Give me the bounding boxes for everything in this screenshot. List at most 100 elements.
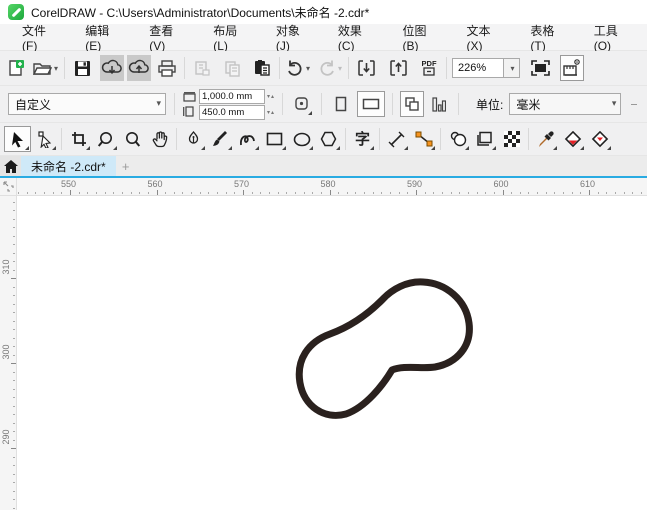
peanut-curve-object[interactable] bbox=[280, 270, 490, 430]
autofit-page-icon bbox=[295, 97, 308, 110]
print-button[interactable] bbox=[155, 55, 179, 81]
import-icon bbox=[357, 60, 375, 76]
curve-icon bbox=[240, 134, 255, 145]
publish-pdf-button[interactable]: PDF bbox=[417, 55, 441, 81]
redo-button: ▾ bbox=[317, 55, 343, 81]
brush-icon bbox=[213, 130, 227, 146]
page-height-icon bbox=[183, 105, 194, 117]
peanut-outline-path[interactable] bbox=[295, 278, 473, 419]
pick-tool[interactable] bbox=[4, 126, 31, 152]
open-folder-icon bbox=[33, 63, 52, 75]
smart-fill-tool[interactable] bbox=[586, 126, 613, 152]
page-height-input[interactable] bbox=[199, 104, 265, 120]
current-page-size-button[interactable] bbox=[427, 91, 451, 117]
polygon-tool[interactable] bbox=[315, 126, 342, 152]
zoom-level-combobox[interactable]: ▾ bbox=[452, 58, 521, 78]
rectangle-tool[interactable] bbox=[261, 126, 288, 152]
checkerboard-icon bbox=[503, 131, 520, 147]
page-dimensions-group: ▾▴ ▾▴ bbox=[183, 88, 275, 120]
ruler-origin-icon bbox=[2, 181, 14, 192]
dimension-tool[interactable] bbox=[383, 126, 410, 152]
fullscreen-preview-button[interactable] bbox=[528, 55, 552, 81]
crop-tool-icon bbox=[71, 132, 86, 146]
page-height-spinner[interactable]: ▾▴ bbox=[267, 105, 275, 120]
paste-icon bbox=[255, 60, 270, 76]
text-tool[interactable]: 字 bbox=[349, 126, 376, 152]
show-rulers-button[interactable] bbox=[560, 55, 585, 81]
page-size-preset-value: 自定义 bbox=[15, 97, 52, 112]
shadow-icon bbox=[450, 131, 466, 147]
horizontal-ruler[interactable]: 550 560 570 580 590 600 610 bbox=[17, 178, 647, 196]
cut-button bbox=[190, 55, 214, 81]
pick-tool-icon bbox=[11, 131, 23, 147]
cloud-download-icon bbox=[101, 59, 122, 75]
connector-tool[interactable] bbox=[410, 126, 437, 152]
page-width-input[interactable] bbox=[199, 88, 265, 104]
export-icon bbox=[389, 60, 407, 76]
page-width-spinner[interactable]: ▾▴ bbox=[267, 89, 275, 104]
undo-icon bbox=[288, 60, 302, 76]
welcome-home-button[interactable] bbox=[0, 156, 21, 176]
undo-button[interactable]: ▾ bbox=[285, 55, 311, 81]
zoom-level-dropdown[interactable]: ▾ bbox=[504, 58, 521, 78]
units-combobox[interactable]: 毫米 ▾ bbox=[509, 93, 622, 115]
current-page-icon bbox=[432, 96, 447, 112]
connector-icon bbox=[415, 131, 432, 147]
zoom-tool-secondary[interactable] bbox=[119, 126, 146, 152]
artistic-media-tool[interactable] bbox=[207, 126, 234, 152]
interactive-fill-tool[interactable] bbox=[559, 126, 586, 152]
units-value: 毫米 bbox=[516, 97, 541, 112]
pan-tool[interactable] bbox=[146, 126, 173, 152]
menu-bar: 文件(F) 编辑(E) 查看(V) 布局(L) 对象(J) 效果(C) 位图(B… bbox=[0, 24, 647, 53]
units-label: 单位: bbox=[476, 97, 504, 112]
save-button[interactable] bbox=[70, 55, 94, 81]
export-button[interactable] bbox=[386, 55, 410, 81]
toolbox: 字 bbox=[0, 123, 647, 156]
autofit-page-button[interactable] bbox=[290, 91, 314, 117]
transparency-icon bbox=[477, 131, 492, 146]
zoom-level-input[interactable] bbox=[452, 58, 505, 78]
fullscreen-preview-icon bbox=[530, 60, 550, 76]
paste-button[interactable] bbox=[250, 55, 274, 81]
open-dropdown-arrow[interactable]: ▾ bbox=[54, 64, 58, 73]
new-document-button[interactable] bbox=[4, 55, 28, 81]
property-bar: 自定义 ▾ ▾▴ ▾▴ bbox=[0, 86, 647, 123]
portrait-orientation-button[interactable] bbox=[329, 91, 353, 117]
document-tab-bar: 未命名 -2.cdr* + bbox=[0, 156, 647, 176]
shadow-tool[interactable] bbox=[444, 126, 471, 152]
all-pages-size-button[interactable] bbox=[400, 91, 425, 117]
cloud-upload-icon bbox=[128, 59, 149, 73]
new-document-icon bbox=[9, 60, 24, 76]
polygon-icon bbox=[320, 131, 337, 147]
pen-tool[interactable] bbox=[180, 126, 207, 152]
mesh-fill-tool[interactable] bbox=[498, 126, 525, 152]
landscape-orientation-button[interactable] bbox=[357, 91, 386, 117]
pdf-icon bbox=[423, 67, 435, 76]
zoom-tool[interactable] bbox=[92, 126, 119, 152]
vertical-ruler[interactable]: 310 300 290 bbox=[0, 196, 17, 510]
import-button[interactable] bbox=[354, 55, 378, 81]
new-tab-button[interactable]: + bbox=[116, 156, 136, 176]
page-size-preset-combobox[interactable]: 自定义 ▾ bbox=[8, 93, 166, 115]
hruler-label: 590 bbox=[407, 179, 423, 189]
transparency-tool[interactable] bbox=[471, 126, 498, 152]
document-tab-label: 未命名 -2.cdr* bbox=[31, 159, 106, 174]
crop-tool[interactable] bbox=[65, 126, 92, 152]
hruler-label: 550 bbox=[61, 179, 77, 189]
ellipse-tool[interactable] bbox=[288, 126, 315, 152]
vruler-label: 300 bbox=[1, 344, 11, 360]
cloud-upload-button[interactable] bbox=[127, 55, 152, 81]
pdf-label: PDF bbox=[421, 58, 437, 68]
cloud-download-button[interactable] bbox=[100, 55, 125, 81]
document-tab[interactable]: 未命名 -2.cdr* bbox=[21, 156, 116, 176]
open-button[interactable]: ▾ bbox=[32, 55, 59, 81]
ruler-origin-button[interactable] bbox=[0, 178, 17, 196]
curve-tool[interactable] bbox=[234, 126, 261, 152]
drawing-canvas[interactable] bbox=[17, 196, 647, 510]
coreldraw-window: CorelDRAW - C:\Users\Administrator\Docum… bbox=[0, 0, 647, 510]
eyedropper-tool[interactable] bbox=[532, 126, 559, 152]
clipped-control bbox=[631, 103, 638, 105]
undo-dropdown-arrow[interactable]: ▾ bbox=[306, 64, 310, 73]
shape-tool[interactable] bbox=[31, 126, 58, 152]
redo-dropdown-arrow: ▾ bbox=[338, 63, 343, 73]
